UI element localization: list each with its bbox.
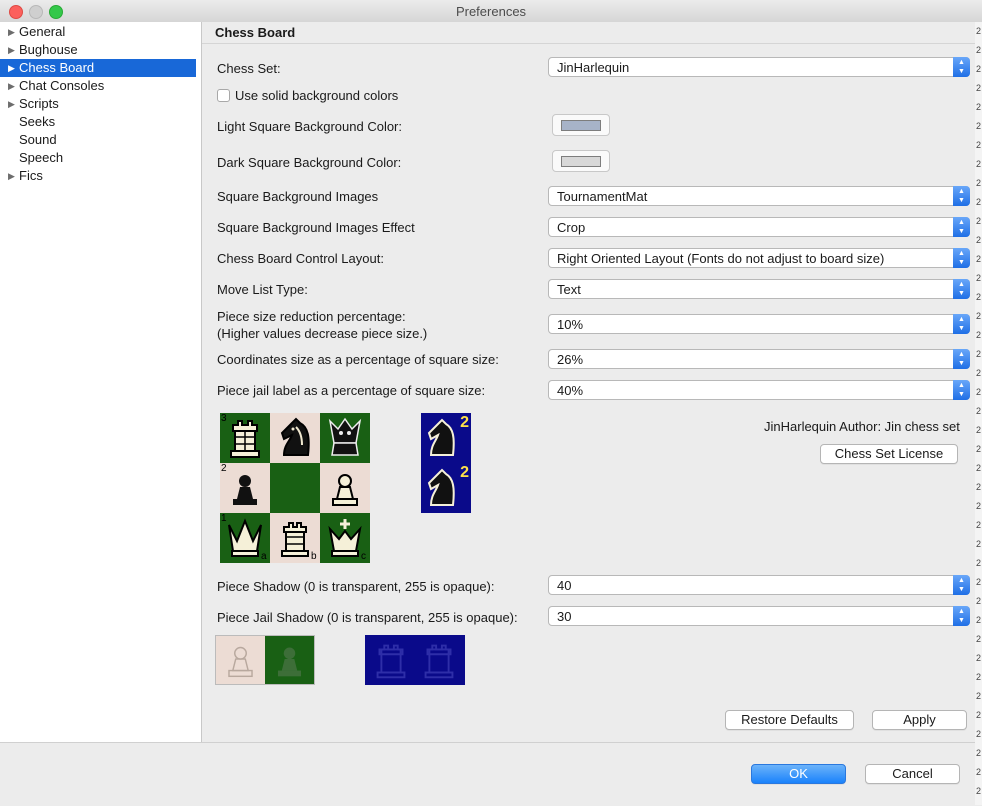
bg-effect-select[interactable]: Crop ▲ ▼ xyxy=(548,217,970,237)
popup-arrows-icon: ▲ ▼ xyxy=(953,57,970,77)
window-title: Preferences xyxy=(455,4,527,19)
disclosure-arrow-icon[interactable]: ▶ xyxy=(8,95,15,113)
faded-pawn-icon xyxy=(228,646,253,678)
disclosure-arrow-icon[interactable]: ▶ xyxy=(8,77,15,95)
popup-arrows-icon: ▲ ▼ xyxy=(953,380,970,400)
rank-label: 3 xyxy=(221,413,227,424)
bg-effect-label: Square Background Images Effect xyxy=(217,220,415,235)
popup-arrows-icon: ▲ ▼ xyxy=(953,217,970,237)
jail-shadow-preview xyxy=(365,635,465,685)
chess-set-label: Chess Set: xyxy=(217,61,281,76)
disclosure-arrow-icon[interactable]: ▶ xyxy=(8,167,15,185)
board-square xyxy=(220,463,270,513)
layout-select[interactable]: Right Oriented Layout (Fonts do not adju… xyxy=(548,248,970,268)
chess-set-select[interactable]: JinHarlequin ▲ ▼ xyxy=(548,57,970,77)
piece-shadow-select[interactable]: 40 ▲ ▼ xyxy=(548,575,970,595)
file-label: b xyxy=(311,551,317,562)
faded-rook-icon xyxy=(424,644,454,679)
layout-label: Chess Board Control Layout: xyxy=(217,251,384,266)
chess-set-license-button[interactable]: Chess Set License xyxy=(820,444,958,464)
light-square-color-label: Light Square Background Color: xyxy=(217,119,403,134)
divider xyxy=(202,43,975,44)
dark-square-color-label: Dark Square Background Color: xyxy=(217,155,402,170)
sidebar-item-bughouse[interactable]: ▶ Bughouse xyxy=(0,41,196,59)
coord-size-select[interactable]: 26% ▲ ▼ xyxy=(548,349,970,369)
piece-reduction-select[interactable]: 10% ▲ ▼ xyxy=(548,314,970,334)
chess-board-preferences-panel: Chess Board Chess Set: JinHarlequin ▲ ▼ Us… xyxy=(202,22,975,742)
dark-square-color-button[interactable] xyxy=(552,150,610,172)
piece-shadow-preview xyxy=(215,635,315,685)
jail-count-label: 2 xyxy=(460,464,469,481)
panel-title: Chess Board xyxy=(215,25,296,40)
sidebar-item-chess-board[interactable]: ▶ Chess Board xyxy=(0,59,196,77)
board-square xyxy=(220,413,270,463)
sidebar-item-seeks[interactable]: Seeks xyxy=(0,113,196,131)
chess-set-author: JinHarlequin Author: Jin chess set xyxy=(764,419,960,434)
sidebar-item-general[interactable]: ▶ General xyxy=(0,23,196,41)
board-square xyxy=(216,636,265,684)
light-square-color-button[interactable] xyxy=(552,114,610,136)
board-square xyxy=(270,463,320,513)
color-swatch xyxy=(561,156,601,167)
piece-shadow-label: Piece Shadow (0 is transparent, 255 is o… xyxy=(217,579,495,594)
board-square xyxy=(320,463,370,513)
sidebar-item-scripts[interactable]: ▶ Scripts xyxy=(0,95,196,113)
disclosure-arrow-icon[interactable]: ▶ xyxy=(8,23,15,41)
disclosure-arrow-icon[interactable]: ▶ xyxy=(8,59,15,77)
background-window-edge: 2222222222222222222222222222222222222222… xyxy=(974,22,982,805)
apply-button[interactable]: Apply xyxy=(872,710,967,730)
move-list-label: Move List Type: xyxy=(217,282,308,297)
bg-images-select[interactable]: TournamentMat ▲ ▼ xyxy=(548,186,970,206)
file-label: a xyxy=(261,551,267,562)
sidebar-item-sound[interactable]: Sound xyxy=(0,131,196,149)
popup-arrows-icon: ▲ ▼ xyxy=(953,248,970,268)
sidebar-item-speech[interactable]: Speech xyxy=(0,149,196,167)
popup-arrows-icon: ▲ ▼ xyxy=(953,575,970,595)
disclosure-arrow-icon[interactable]: ▶ xyxy=(8,41,15,59)
piece-reduction-label: Piece size reduction percentage: xyxy=(217,309,406,324)
color-swatch xyxy=(561,120,601,131)
file-label: c xyxy=(361,551,366,562)
title-bar: Preferences xyxy=(0,0,982,23)
jail-label-size-label: Piece jail label as a percentage of squa… xyxy=(217,383,486,398)
rank-label: 1 xyxy=(221,513,227,524)
solid-background-checkbox[interactable] xyxy=(217,89,230,102)
coord-size-label: Coordinates size as a percentage of squa… xyxy=(217,352,499,367)
rank-label: 2 xyxy=(221,463,227,474)
ok-button[interactable]: OK xyxy=(751,764,846,784)
popup-arrows-icon: ▲ ▼ xyxy=(953,279,970,299)
dialog-footer: OK Cancel xyxy=(0,742,975,806)
white-rook-icon xyxy=(230,420,260,458)
faded-rook-icon xyxy=(376,644,406,679)
solid-background-label: Use solid background colors xyxy=(235,88,399,103)
faded-pawn-icon xyxy=(277,647,302,677)
piece-jail-preview: 2 2 xyxy=(421,413,471,513)
bg-images-label: Square Background Images xyxy=(217,189,379,204)
black-knight-icon xyxy=(280,417,310,456)
popup-arrows-icon: ▲ ▼ xyxy=(953,186,970,206)
jail-count-label: 2 xyxy=(460,414,469,431)
sidebar-item-fics[interactable]: ▶ Fics xyxy=(0,167,196,185)
chess-set-preview-board: 3 2 1 a b c xyxy=(220,413,370,563)
preferences-sidebar: ▶ General ▶ Bughouse ▶ Chess Board ▶ Chat Co… xyxy=(0,22,202,742)
popup-arrows-icon: ▲ ▼ xyxy=(953,349,970,369)
restore-defaults-button[interactable]: Restore Defaults xyxy=(725,710,854,730)
cancel-button[interactable]: Cancel xyxy=(865,764,960,784)
popup-arrows-icon: ▲ ▼ xyxy=(953,314,970,334)
board-square xyxy=(265,636,314,684)
move-list-select[interactable]: Text ▲ ▼ xyxy=(548,279,970,299)
black-bishop-icon xyxy=(328,417,362,456)
popup-arrows-icon: ▲ ▼ xyxy=(953,606,970,626)
black-pawn-icon xyxy=(233,475,257,505)
jail-label-size-select[interactable]: 40% ▲ ▼ xyxy=(548,380,970,400)
piece-reduction-hint: (Higher values decrease piece size.) xyxy=(217,326,428,341)
jail-shadow-select[interactable]: 30 ▲ ▼ xyxy=(548,606,970,626)
white-pawn-icon xyxy=(332,474,358,506)
board-square xyxy=(270,413,320,463)
sidebar-item-chat-consoles[interactable]: ▶ Chat Consoles xyxy=(0,77,196,95)
jail-shadow-label: Piece Jail Shadow (0 is transparent, 255… xyxy=(217,610,518,625)
board-square xyxy=(320,413,370,463)
